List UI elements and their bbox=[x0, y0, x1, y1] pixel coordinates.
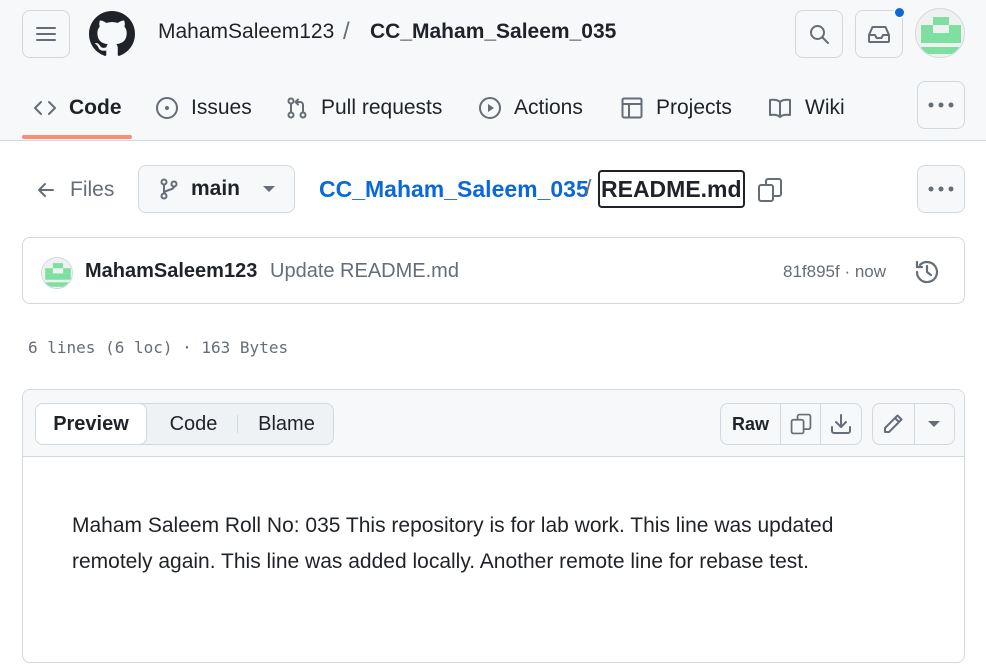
download-button[interactable] bbox=[821, 404, 861, 444]
files-label: Files bbox=[70, 178, 115, 201]
file-viewer: Preview Code Blame Raw Maham Saleem Roll… bbox=[22, 389, 965, 663]
copy-raw-button[interactable] bbox=[781, 404, 821, 444]
path-separator: / bbox=[585, 175, 592, 201]
readme-content: Maham Saleem Roll No: 035 This repositor… bbox=[72, 514, 834, 573]
repo-link[interactable]: CC_Maham_Saleem_035 bbox=[370, 20, 616, 44]
breadcrumb-separator: / bbox=[343, 18, 350, 45]
branch-name: main bbox=[191, 177, 241, 200]
commit-message-link[interactable]: Update README.md bbox=[270, 260, 459, 283]
tab-pull-requests[interactable]: Pull requests bbox=[285, 80, 442, 136]
edit-options-dropdown[interactable] bbox=[915, 404, 955, 444]
history-icon[interactable] bbox=[913, 258, 941, 286]
tab-code[interactable]: Code bbox=[33, 80, 122, 136]
commit-author-link[interactable]: MahamSaleem123 bbox=[85, 260, 257, 283]
tab-label: Actions bbox=[514, 96, 583, 119]
hamburger-icon bbox=[36, 27, 56, 41]
file-viewer-header: Preview Code Blame Raw bbox=[23, 390, 964, 457]
download-icon bbox=[831, 414, 851, 434]
github-logo-icon[interactable] bbox=[89, 11, 135, 57]
user-avatar[interactable] bbox=[915, 8, 965, 58]
table-icon bbox=[621, 97, 643, 119]
play-icon bbox=[479, 97, 501, 119]
git-branch-icon bbox=[160, 178, 178, 200]
path-file-name: README.md bbox=[598, 170, 745, 208]
code-mode-button[interactable]: Code bbox=[151, 404, 236, 444]
tab-label: Pull requests bbox=[321, 96, 443, 119]
notification-dot bbox=[893, 6, 906, 19]
file-more-options-button[interactable] bbox=[917, 165, 965, 213]
owner-link[interactable]: MahamSaleem123 bbox=[158, 20, 334, 44]
copy-icon bbox=[790, 413, 811, 435]
latest-commit-box: MahamSaleem123 Update README.md 81f895f … bbox=[22, 237, 965, 304]
edit-file-button[interactable] bbox=[873, 404, 915, 444]
tab-label: Issues bbox=[191, 96, 252, 119]
tab-issues[interactable]: Issues bbox=[155, 80, 252, 136]
divider bbox=[237, 415, 238, 433]
git-pull-request-icon bbox=[287, 97, 307, 119]
view-mode-switcher: Preview Code Blame bbox=[35, 403, 334, 445]
repo-header: MahamSaleem123 / CC_Maham_Saleem_035 Cod… bbox=[0, 0, 986, 141]
pencil-icon bbox=[884, 414, 903, 433]
path-repo-link[interactable]: CC_Maham_Saleem_035 bbox=[319, 176, 589, 203]
preview-mode-button[interactable]: Preview bbox=[35, 403, 147, 445]
selected-tab-indicator bbox=[22, 135, 132, 139]
kebab-horizontal-icon bbox=[928, 186, 954, 192]
back-to-files-link[interactable]: Files bbox=[36, 175, 114, 205]
book-icon bbox=[769, 98, 791, 118]
search-icon bbox=[810, 25, 829, 44]
menu-button[interactable] bbox=[22, 10, 70, 58]
arrow-left-icon bbox=[38, 183, 54, 197]
identicon-icon bbox=[916, 9, 964, 57]
triangle-down-icon bbox=[928, 421, 941, 427]
branch-selector[interactable]: main bbox=[138, 165, 295, 213]
repo-tabs: Code Issues Pull requests Actions Projec… bbox=[0, 80, 986, 140]
identicon-icon bbox=[42, 258, 72, 288]
commit-sha-time[interactable]: 81f895f · now bbox=[783, 262, 886, 282]
kebab-horizontal-icon bbox=[928, 102, 954, 108]
tab-label: Wiki bbox=[805, 96, 845, 119]
inbox-icon bbox=[868, 26, 890, 43]
edit-actions-group bbox=[872, 403, 955, 445]
file-info: 6 lines (6 loc) · 163 Bytes bbox=[28, 338, 289, 357]
commit-author-avatar[interactable] bbox=[41, 257, 73, 289]
triangle-down-icon bbox=[263, 186, 276, 192]
blame-mode-button[interactable]: Blame bbox=[239, 404, 334, 444]
tab-wiki[interactable]: Wiki bbox=[767, 80, 845, 136]
raw-button[interactable]: Raw bbox=[721, 404, 781, 444]
tab-label: Projects bbox=[656, 96, 732, 119]
code-icon bbox=[34, 101, 56, 115]
tab-label: Code bbox=[69, 96, 122, 119]
file-actions-group: Raw bbox=[720, 403, 862, 445]
copy-icon[interactable] bbox=[756, 176, 784, 204]
more-tabs-button[interactable] bbox=[917, 81, 965, 129]
tab-actions[interactable]: Actions bbox=[478, 80, 583, 136]
search-button[interactable] bbox=[795, 10, 843, 58]
issue-opened-icon bbox=[156, 97, 178, 119]
tab-projects[interactable]: Projects bbox=[620, 80, 732, 136]
